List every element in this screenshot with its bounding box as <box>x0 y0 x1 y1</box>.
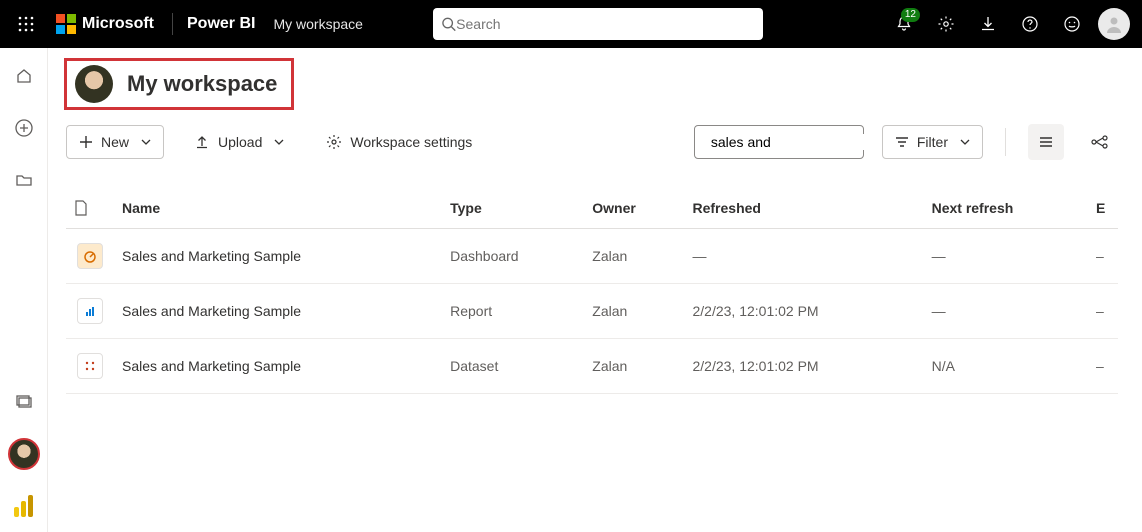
content-search[interactable] <box>694 125 864 159</box>
microsoft-text: Microsoft <box>82 15 154 33</box>
table-row[interactable]: Sales and Marketing Sample Report Zalan … <box>66 284 1118 339</box>
content-search-input[interactable] <box>711 134 892 150</box>
cell-name[interactable]: Sales and Marketing Sample <box>114 339 442 394</box>
cell-owner: Zalan <box>584 339 684 394</box>
file-icon <box>74 200 88 216</box>
powerbi-icon <box>14 495 34 517</box>
content-list: Name Type Owner Refreshed Next refresh E… <box>48 170 1142 394</box>
cell-next: — <box>924 284 1088 339</box>
cell-refreshed: 2/2/23, 12:01:02 PM <box>685 284 924 339</box>
col-type[interactable]: Type <box>442 188 584 229</box>
nav-workspaces[interactable] <box>8 386 40 418</box>
workspace-header: My workspace <box>64 58 294 110</box>
nav-my-workspace[interactable] <box>8 438 40 470</box>
cell-next: — <box>924 229 1088 284</box>
help-button[interactable] <box>1012 6 1048 42</box>
avatar-icon <box>1098 8 1130 40</box>
cell-last: – <box>1088 339 1118 394</box>
cell-next: N/A <box>924 339 1088 394</box>
cell-last: – <box>1088 284 1118 339</box>
folder-icon <box>15 171 33 189</box>
microsoft-icon <box>56 14 76 34</box>
upload-icon <box>194 134 210 150</box>
account-button[interactable] <box>1096 6 1132 42</box>
cell-refreshed: — <box>685 229 924 284</box>
dataset-icon <box>77 353 103 379</box>
download-icon <box>979 15 997 33</box>
workspaces-icon <box>15 393 33 411</box>
plus-circle-icon <box>14 118 34 138</box>
cell-last: – <box>1088 229 1118 284</box>
col-refreshed[interactable]: Refreshed <box>685 188 924 229</box>
cell-type: Dashboard <box>442 229 584 284</box>
list-view-icon <box>1038 134 1054 150</box>
upload-button[interactable]: Upload <box>182 125 296 159</box>
breadcrumb-workspace[interactable]: My workspace <box>273 16 362 32</box>
header-divider <box>172 13 173 35</box>
question-icon <box>1021 15 1039 33</box>
col-owner[interactable]: Owner <box>584 188 684 229</box>
header-actions: 12 <box>886 6 1132 42</box>
nav-create[interactable] <box>8 112 40 144</box>
feedback-button[interactable] <box>1054 6 1090 42</box>
cell-name[interactable]: Sales and Marketing Sample <box>114 284 442 339</box>
new-button[interactable]: New <box>66 125 164 159</box>
toolbar-divider <box>1005 128 1006 156</box>
global-header: Microsoft Power BI My workspace 12 <box>0 0 1142 48</box>
filter-button-label: Filter <box>917 134 948 150</box>
cell-type: Dataset <box>442 339 584 394</box>
workspace-settings-label: Workspace settings <box>350 134 472 150</box>
new-button-label: New <box>101 134 129 150</box>
waffle-icon <box>18 16 34 32</box>
nav-powerbi[interactable] <box>8 490 40 522</box>
gear-icon <box>326 134 342 150</box>
col-icon[interactable] <box>66 188 114 229</box>
download-button[interactable] <box>970 6 1006 42</box>
smiley-icon <box>1063 15 1081 33</box>
nav-home[interactable] <box>8 60 40 92</box>
chevron-down-icon <box>141 137 151 147</box>
microsoft-logo: Microsoft <box>52 14 158 34</box>
notification-badge: 12 <box>901 8 920 22</box>
table-row[interactable]: Sales and Marketing Sample Dataset Zalan… <box>66 339 1118 394</box>
table-row[interactable]: Sales and Marketing Sample Dashboard Zal… <box>66 229 1118 284</box>
workspace-toolbar: New Upload Workspace settings Filter <box>48 110 1142 170</box>
cell-name[interactable]: Sales and Marketing Sample <box>114 229 442 284</box>
filter-button[interactable]: Filter <box>882 125 983 159</box>
settings-button[interactable] <box>928 6 964 42</box>
search-icon <box>441 16 456 32</box>
col-name[interactable]: Name <box>114 188 442 229</box>
plus-icon <box>79 135 93 149</box>
lineage-view-icon <box>1091 134 1109 150</box>
filter-icon <box>895 135 909 149</box>
col-next-refresh[interactable]: Next refresh <box>924 188 1088 229</box>
cell-owner: Zalan <box>584 229 684 284</box>
workspace-settings-button[interactable]: Workspace settings <box>314 125 484 159</box>
gear-icon <box>937 15 955 33</box>
nav-browse[interactable] <box>8 164 40 196</box>
cell-type: Report <box>442 284 584 339</box>
product-name[interactable]: Power BI <box>187 15 255 33</box>
cell-refreshed: 2/2/23, 12:01:02 PM <box>685 339 924 394</box>
page-title: My workspace <box>127 71 277 97</box>
upload-button-label: Upload <box>218 134 262 150</box>
left-nav <box>0 48 48 532</box>
global-search[interactable] <box>433 8 763 40</box>
col-last[interactable]: E <box>1088 188 1118 229</box>
main-content: My workspace New Upload Workspace settin… <box>48 48 1142 532</box>
workspace-avatar <box>75 65 113 103</box>
notifications-button[interactable]: 12 <box>886 6 922 42</box>
lineage-view-button[interactable] <box>1082 124 1118 160</box>
app-launcher-button[interactable] <box>10 8 42 40</box>
dashboard-icon <box>77 243 103 269</box>
home-icon <box>15 67 33 85</box>
report-icon <box>77 298 103 324</box>
global-search-input[interactable] <box>456 16 755 32</box>
chevron-down-icon <box>960 137 970 147</box>
list-view-button[interactable] <box>1028 124 1064 160</box>
chevron-down-icon <box>274 137 284 147</box>
table-header-row: Name Type Owner Refreshed Next refresh E <box>66 188 1118 229</box>
cell-owner: Zalan <box>584 284 684 339</box>
